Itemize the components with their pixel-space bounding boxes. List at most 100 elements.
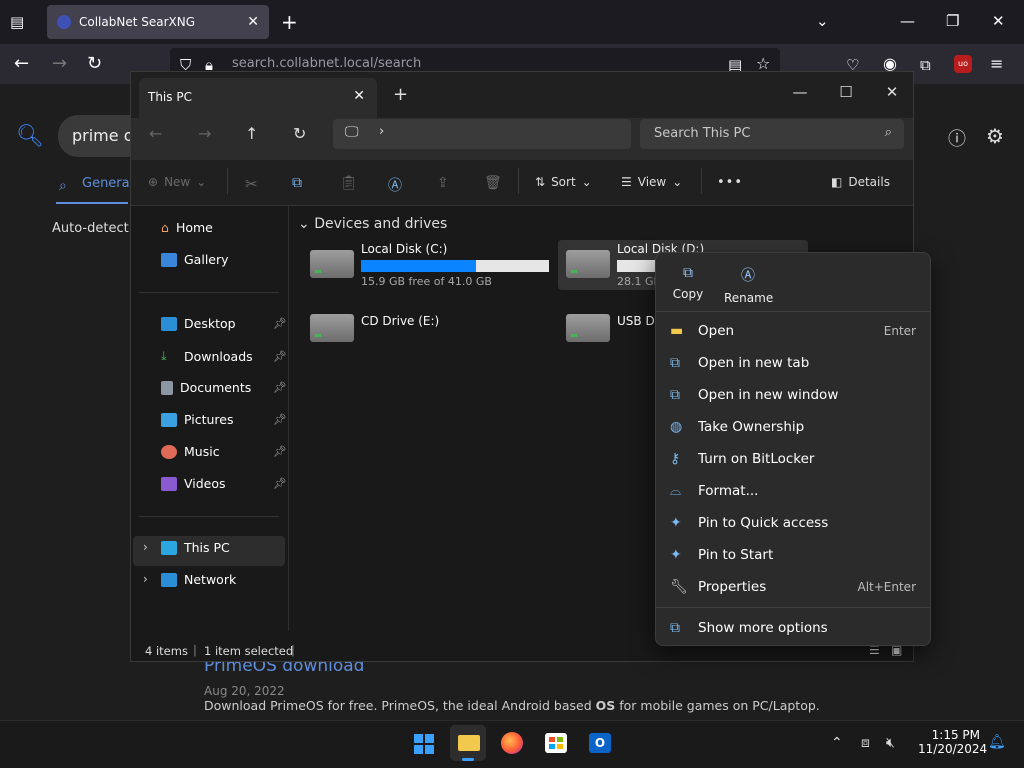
close-window-icon[interactable]: ✕ [992, 11, 1005, 31]
microsoft-store-taskbar-icon[interactable] [538, 725, 574, 761]
file-explorer-taskbar-icon[interactable] [450, 725, 486, 761]
ublock-icon[interactable]: uo [954, 55, 972, 73]
back-icon[interactable]: ← [14, 54, 29, 74]
new-tab-button[interactable]: + [393, 84, 408, 105]
menu-item-format[interactable]: ⌓ Format... [656, 475, 930, 507]
close-icon[interactable]: ✕ [869, 78, 915, 106]
menu-item-bitlocker[interactable]: ⚷ Turn on BitLocker [656, 443, 930, 475]
start-button[interactable] [406, 725, 442, 761]
nav-item-this-pc[interactable]: This PC [161, 540, 289, 555]
refresh-icon[interactable]: ↻ [293, 124, 306, 143]
info-icon[interactable]: ⓘ [948, 125, 966, 151]
section-header[interactable]: ⌄ Devices and drives [298, 216, 447, 232]
sort-icon: ⇅ [535, 175, 546, 189]
snippet-post: for mobile games on PC/Laptop. [615, 698, 820, 713]
menu-item-open-new-tab[interactable]: ⧉ Open in new tab [656, 347, 930, 379]
notification-bell-icon[interactable]: 🔔︎ [988, 734, 1006, 750]
details-button[interactable]: ◧ Details [831, 175, 890, 189]
minimize-icon[interactable]: — [777, 78, 823, 106]
forward-icon[interactable]: → [52, 54, 67, 74]
drive-c[interactable]: Local Disk (C:) 15.9 GB free of 41.0 GB [310, 242, 549, 288]
open-external-icon: ⧉ [670, 387, 680, 403]
drive-usb[interactable]: USB Dri [566, 306, 663, 342]
language-autodetect[interactable]: Auto-detect ( [52, 221, 138, 236]
plus-circle-icon: ⊕ [148, 175, 159, 189]
back-arrow-icon[interactable]: ← [149, 124, 162, 143]
drive-e[interactable]: CD Drive (E:) [310, 306, 439, 342]
browser-tab[interactable]: CollabNet SearXNG ✕ [47, 5, 269, 39]
pin-icon[interactable]: 📌︎ [273, 381, 287, 394]
reload-icon[interactable]: ↻ [87, 54, 102, 74]
nav-item-pictures[interactable]: Pictures 📌︎ [161, 412, 289, 427]
rename-button[interactable]: Ⓐ Rename [724, 265, 773, 305]
menu-label: Show more options [698, 620, 828, 636]
nav-item-videos[interactable]: Videos 📌︎ [161, 476, 289, 491]
view-button[interactable]: ☰ View ⌄ [621, 175, 682, 189]
copy-icon[interactable]: ⧉ [292, 175, 302, 191]
maximize-icon[interactable]: ☐ [823, 78, 869, 106]
pin-icon[interactable]: 📌︎ [273, 445, 287, 458]
new-tab-icon[interactable]: + [281, 12, 298, 32]
key-icon: ⚷ [670, 451, 681, 467]
new-button[interactable]: ⊕ New ⌄ [148, 175, 206, 189]
tab-general[interactable]: General [82, 176, 133, 191]
nav-item-gallery[interactable]: Gallery [161, 252, 289, 267]
firefox-taskbar-icon[interactable] [494, 725, 530, 761]
menu-item-pin-quick-access[interactable]: ✦ Pin to Quick access [656, 507, 930, 539]
share-icon[interactable]: ⇪ [437, 175, 449, 191]
delete-icon[interactable]: 🗑︎ [484, 175, 502, 191]
extensions-icon[interactable]: ⧉ [920, 55, 931, 75]
clock[interactable]: 1:15 PM 11/20/2024 [918, 728, 987, 756]
navigation-pane: ⌂ Home Gallery Desktop 📌︎ ⤓ Downloads 📌︎ Doc… [131, 206, 289, 631]
cut-icon[interactable]: ✂ [245, 175, 258, 193]
drive-usage-fill [361, 260, 476, 272]
pictures-icon [161, 412, 177, 427]
menu-item-pin-start[interactable]: ✦ Pin to Start [656, 539, 930, 571]
network-status-icon[interactable]: ⧈ [861, 735, 870, 751]
pin-icon[interactable]: 📌︎ [273, 317, 287, 330]
searxng-logo-icon[interactable]: 🔍︎ [16, 124, 44, 149]
nav-item-network[interactable]: Network [161, 572, 289, 587]
close-tab-icon[interactable]: ✕ [247, 14, 259, 30]
expand-chevron-icon[interactable]: › [143, 572, 148, 586]
menu-label: Turn on BitLocker [698, 451, 815, 467]
maximize-icon[interactable]: ❐ [946, 11, 959, 31]
outlook-taskbar-icon[interactable]: O [582, 725, 618, 761]
menu-label: Properties [698, 579, 767, 595]
close-tab-icon[interactable]: ✕ [353, 88, 365, 104]
menu-item-open-new-window[interactable]: ⧉ Open in new window [656, 379, 930, 411]
pin-icon[interactable]: 📌︎ [273, 350, 287, 363]
address-bar[interactable]: 🖵︎ › [333, 119, 631, 149]
pin-icon[interactable]: 📌︎ [273, 413, 287, 426]
chevron-up-icon[interactable]: ⌃ [831, 735, 843, 751]
new-label: New [164, 175, 191, 189]
tab-list-icon[interactable]: ▤ [10, 12, 24, 32]
expand-chevron-icon[interactable]: › [143, 540, 148, 554]
menu-icon[interactable]: ≡ [990, 54, 1003, 74]
menu-item-take-ownership[interactable]: ◍ Take Ownership [656, 411, 930, 443]
list-all-tabs-icon[interactable]: ⌄ [816, 11, 829, 31]
settings-gear-icon[interactable]: ⚙ [986, 124, 1004, 148]
nav-item-home[interactable]: ⌂ Home [161, 220, 289, 235]
nav-item-music[interactable]: Music 📌︎ [161, 444, 289, 459]
explorer-tab[interactable]: This PC ✕ [139, 78, 377, 118]
pin-icon[interactable]: 📌︎ [273, 477, 287, 490]
sort-button[interactable]: ⇅ Sort ⌄ [535, 175, 592, 189]
breadcrumb-chevron-icon[interactable]: › [379, 124, 384, 139]
menu-item-open[interactable]: ▬ Open Enter [656, 315, 930, 347]
nav-item-desktop[interactable]: Desktop 📌︎ [161, 316, 289, 331]
paste-icon[interactable]: 📋︎ [340, 175, 358, 191]
copy-button[interactable]: ⧉ Copy [664, 265, 712, 301]
nav-item-downloads[interactable]: ⤓ Downloads 📌︎ [161, 348, 289, 364]
sort-label: Sort [551, 175, 576, 189]
menu-item-properties[interactable]: 🔧︎ Properties Alt+Enter [656, 571, 930, 603]
up-arrow-icon[interactable]: ↑ [245, 124, 258, 143]
see-more-icon[interactable]: ••• [717, 175, 743, 190]
minimize-icon[interactable]: — [900, 11, 915, 31]
rename-icon[interactable]: Ⓐ [388, 175, 402, 195]
menu-item-show-more[interactable]: ⧉ Show more options [656, 612, 930, 644]
forward-arrow-icon[interactable]: → [198, 124, 211, 143]
explorer-search-input[interactable]: Search This PC ⌕ [640, 119, 904, 149]
nav-item-documents[interactable]: Documents 📌︎ [161, 380, 289, 395]
volume-muted-icon[interactable]: 🔇︎ [886, 735, 895, 751]
